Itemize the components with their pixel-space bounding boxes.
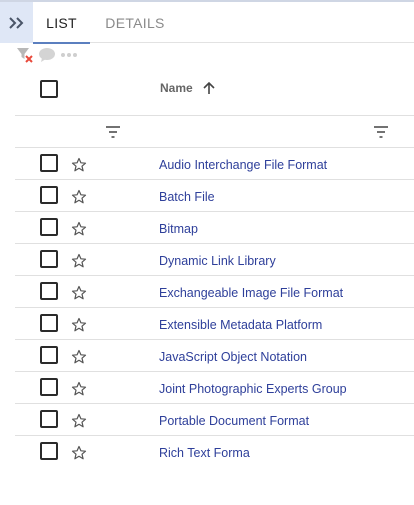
star-outline-icon[interactable]: [71, 381, 87, 397]
star-outline-icon[interactable]: [71, 445, 87, 461]
name-filter-icon[interactable]: [373, 125, 389, 139]
row-name-link[interactable]: Extensible Metadata Platform: [159, 318, 322, 332]
star-outline-icon[interactable]: [71, 317, 87, 333]
row-name-link[interactable]: Batch File: [159, 190, 215, 204]
row-checkbox[interactable]: [40, 186, 58, 204]
row-checkbox[interactable]: [40, 154, 58, 172]
row-checkbox[interactable]: [40, 442, 58, 460]
row-checkbox[interactable]: [40, 346, 58, 364]
row-checkbox[interactable]: [40, 314, 58, 332]
row-name-link[interactable]: Exchangeable Image File Format: [159, 286, 343, 300]
star-outline-icon[interactable]: [71, 189, 87, 205]
table-row[interactable]: Audio Interchange File Format: [15, 148, 414, 180]
star-outline-icon[interactable]: [71, 157, 87, 173]
row-checkbox[interactable]: [40, 410, 58, 428]
star-outline-icon[interactable]: [71, 221, 87, 237]
tab-bar: LIST DETAILS: [0, 2, 414, 44]
row-checkbox[interactable]: [40, 250, 58, 268]
row-name-link[interactable]: Audio Interchange File Format: [159, 158, 327, 172]
table-header: Name: [15, 68, 414, 116]
row-name-link[interactable]: Dynamic Link Library: [159, 254, 276, 268]
table-row[interactable]: Exchangeable Image File Format: [15, 276, 414, 308]
table-row[interactable]: Bitmap: [15, 212, 414, 244]
row-name-link[interactable]: Portable Document Format: [159, 414, 309, 428]
tab-list[interactable]: LIST: [33, 2, 90, 44]
row-name-link[interactable]: Joint Photographic Experts Group: [159, 382, 347, 396]
table-row[interactable]: Dynamic Link Library: [15, 244, 414, 276]
table-row[interactable]: Joint Photographic Experts Group: [15, 372, 414, 404]
row-name-link[interactable]: JavaScript Object Notation: [159, 350, 307, 364]
star-outline-icon[interactable]: [71, 413, 87, 429]
list-toolbar: [16, 45, 78, 65]
table-row[interactable]: Rich Text Forma: [15, 436, 414, 468]
row-checkbox[interactable]: [40, 282, 58, 300]
expand-panel-button[interactable]: [0, 2, 33, 43]
row-name-link[interactable]: Rich Text Forma: [159, 446, 250, 460]
row-checkbox[interactable]: [40, 218, 58, 236]
column-filter-icon[interactable]: [105, 125, 121, 139]
table-row[interactable]: JavaScript Object Notation: [15, 340, 414, 372]
star-outline-icon[interactable]: [71, 285, 87, 301]
star-outline-icon[interactable]: [71, 349, 87, 365]
star-outline-icon[interactable]: [71, 253, 87, 269]
name-column-header[interactable]: Name: [160, 81, 193, 95]
tab-details[interactable]: DETAILS: [96, 2, 174, 43]
comment-icon[interactable]: [38, 46, 56, 64]
double-chevron-right-icon: [8, 16, 23, 29]
table-row[interactable]: Portable Document Format: [15, 404, 414, 436]
row-checkbox[interactable]: [40, 378, 58, 396]
clear-filter-icon[interactable]: [16, 46, 34, 64]
row-name-link[interactable]: Bitmap: [159, 222, 198, 236]
select-all-checkbox[interactable]: [40, 80, 58, 98]
sort-arrow-up-icon[interactable]: [201, 80, 217, 96]
filter-row: [15, 117, 414, 148]
table-body: Audio Interchange File Format Batch File…: [15, 148, 414, 468]
more-dots-icon[interactable]: [60, 46, 78, 64]
table-row[interactable]: Extensible Metadata Platform: [15, 308, 414, 340]
table-row[interactable]: Batch File: [15, 180, 414, 212]
